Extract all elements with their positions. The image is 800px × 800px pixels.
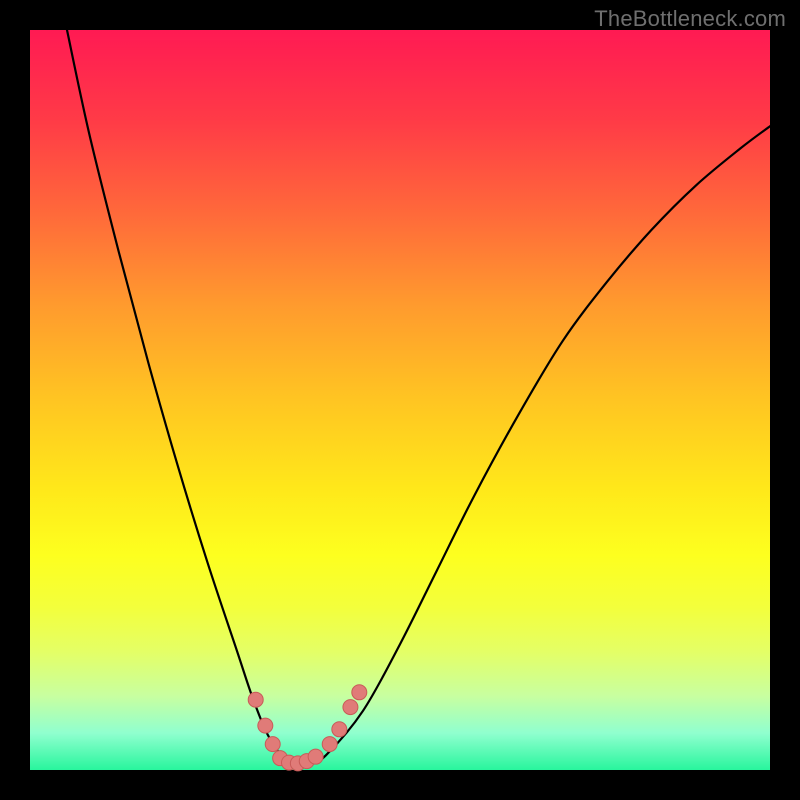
watermark-text: TheBottleneck.com [594, 6, 786, 32]
chart-plot-area [30, 30, 770, 770]
chart-svg [30, 30, 770, 770]
marker-right-3 [352, 685, 367, 700]
bottleneck-curve [67, 30, 770, 764]
marker-right-1 [332, 722, 347, 737]
marker-right-0 [322, 737, 337, 752]
marker-left-0 [248, 692, 263, 707]
chart-frame: TheBottleneck.com [0, 0, 800, 800]
marker-left-1 [258, 718, 273, 733]
marker-left-2 [265, 737, 280, 752]
curve-markers [248, 685, 367, 771]
marker-bottom-4 [308, 749, 323, 764]
marker-right-2 [343, 700, 358, 715]
